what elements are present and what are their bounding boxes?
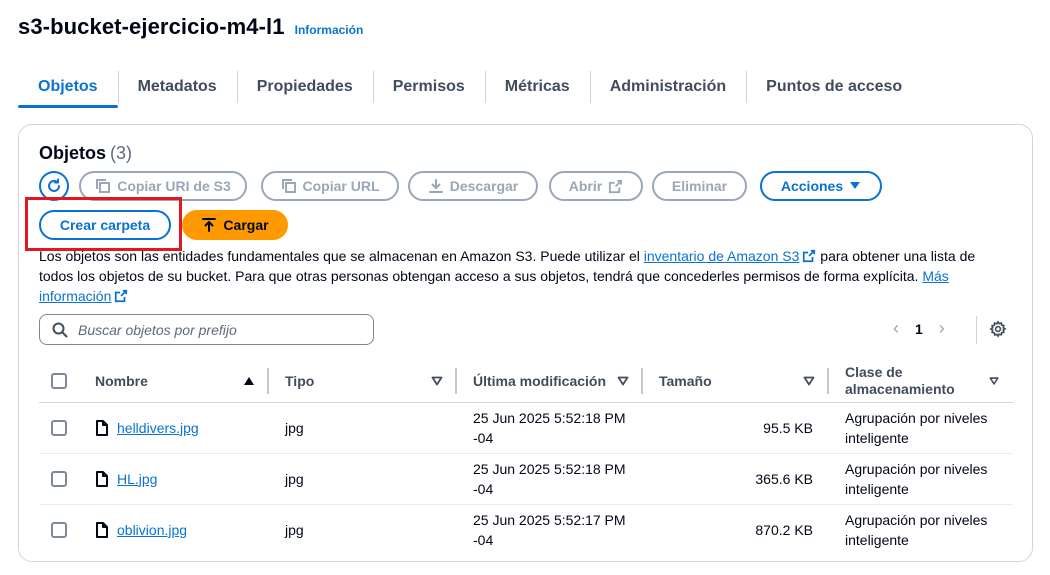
create-folder-button[interactable]: Crear carpeta (39, 210, 171, 240)
copy-url-button[interactable]: Copiar URL (261, 171, 399, 201)
sort-icon (989, 377, 999, 385)
search-input[interactable] (78, 321, 358, 338)
info-link[interactable]: Información (295, 23, 364, 37)
row-checkbox[interactable] (51, 470, 67, 487)
tab-metricas[interactable]: Métricas (484, 66, 590, 108)
external-link-icon (803, 249, 816, 263)
pagination: ‹ 1 › (893, 318, 945, 339)
delete-label: Eliminar (671, 178, 728, 194)
file-icon (96, 419, 108, 436)
object-name-link[interactable]: HL.jpg (117, 469, 157, 489)
object-size: 365.6 KB (643, 453, 829, 505)
copy-s3-uri-label: Copiar URI de S3 (117, 178, 231, 194)
download-icon (428, 179, 443, 193)
object-storage-class: Agrupación por niveles inteligente (845, 511, 988, 548)
object-type: jpg (285, 521, 304, 538)
tab-propiedades[interactable]: Propiedades (236, 66, 373, 108)
open-label: Abrir (568, 178, 603, 194)
column-header-nombre[interactable]: Nombre (79, 360, 269, 403)
table-row: oblivion.jpg jpg 25 Jun 2025 5:52:17 PM … (39, 504, 1013, 555)
sort-icon (431, 376, 443, 386)
search-box (39, 314, 374, 345)
tab-administracion[interactable]: Administración (589, 66, 746, 108)
tab-objetos[interactable]: Objetos (18, 66, 118, 108)
table-header-row: Nombre Tipo Última modificación Tamaño C… (39, 360, 1013, 403)
object-size: 95.5 KB (643, 402, 829, 454)
table-row: HL.jpg jpg 25 Jun 2025 5:52:18 PM -04 36… (39, 453, 1013, 505)
pager-divider (976, 316, 977, 344)
gear-icon[interactable] (989, 320, 1007, 338)
page-title: s3-bucket-ejercicio-m4-l1 (18, 14, 285, 39)
download-button[interactable]: Descargar (408, 171, 538, 201)
row-checkbox[interactable] (51, 521, 67, 538)
description-text-1: Los objetos son las entidades fundamenta… (39, 248, 644, 264)
panel-title-label: Objetos (39, 143, 107, 163)
objects-table: Nombre Tipo Última modificación Tamaño C… (39, 360, 1013, 555)
object-name-link[interactable]: oblivion.jpg (117, 520, 187, 540)
sort-ascending-icon (244, 376, 254, 385)
object-name-link[interactable]: helldivers.jpg (117, 418, 199, 438)
objects-panel: Objetos (3) Copiar URI de S3 Copiar URL D… (18, 124, 1033, 562)
column-header-tipo[interactable]: Tipo (269, 360, 457, 403)
external-link-icon (609, 179, 623, 193)
object-type: jpg (269, 453, 457, 505)
column-header-ultima-modificacion[interactable]: Última modificación (457, 360, 643, 403)
copy-url-label: Copiar URL (302, 178, 380, 194)
object-storage-class: Agrupación por niveles inteligente (829, 453, 1013, 505)
tab-metadatos[interactable]: Metadatos (117, 66, 237, 108)
copy-icon (96, 179, 111, 193)
tab-permisos[interactable]: Permisos (372, 66, 485, 108)
object-modified: 25 Jun 2025 5:52:18 PM -04 (457, 453, 643, 505)
table-row: helldivers.jpg jpg 25 Jun 2025 5:52:18 P… (39, 402, 1013, 454)
actions-label: Acciones (780, 178, 844, 194)
delete-button[interactable]: Eliminar (652, 171, 747, 201)
download-label: Descargar (449, 178, 519, 194)
s3-inventory-link[interactable]: inventario de Amazon S3 (644, 248, 817, 264)
object-size: 870.2 KB (755, 521, 813, 538)
select-all-checkbox[interactable] (51, 372, 67, 389)
refresh-button[interactable] (39, 171, 69, 201)
upload-icon (202, 218, 217, 232)
caret-down-icon (850, 182, 861, 189)
external-link-icon (115, 289, 128, 303)
page-header: s3-bucket-ejercicio-m4-l1 Información (18, 14, 363, 40)
copy-s3-uri-button[interactable]: Copiar URI de S3 (79, 171, 247, 201)
open-button[interactable]: Abrir (549, 171, 643, 201)
panel-title: Objetos (3) (39, 143, 132, 164)
chevron-left-icon[interactable]: ‹ (893, 318, 899, 339)
upload-button[interactable]: Cargar (182, 210, 288, 240)
sort-icon (803, 376, 815, 386)
create-folder-label: Crear carpeta (59, 217, 151, 233)
upload-label: Cargar (223, 217, 269, 233)
file-icon (96, 521, 108, 538)
object-count: (3) (110, 143, 133, 163)
column-header-tamano[interactable]: Tamaño (643, 360, 829, 403)
tab-puntos-de-acceso[interactable]: Puntos de acceso (746, 66, 922, 108)
chevron-right-icon[interactable]: › (939, 318, 945, 339)
objects-description: Los objetos son las entidades fundamenta… (39, 246, 999, 306)
file-icon (96, 470, 108, 487)
copy-icon (281, 179, 296, 193)
tab-bar: Objetos Metadatos Propiedades Permisos M… (18, 66, 922, 108)
object-storage-class: Agrupación por niveles inteligente (829, 402, 1013, 454)
object-modified: 25 Jun 2025 5:52:18 PM -04 (457, 402, 643, 454)
object-modified: 25 Jun 2025 5:52:17 PM -04 (473, 511, 626, 548)
select-all-header (39, 360, 79, 403)
row-checkbox[interactable] (51, 419, 67, 436)
refresh-icon (48, 178, 60, 192)
sort-icon (617, 376, 629, 386)
actions-dropdown[interactable]: Acciones (760, 171, 882, 201)
search-icon (52, 322, 68, 337)
column-header-clase-almacenamiento[interactable]: Clase de almacenamiento (829, 360, 1013, 403)
object-type: jpg (269, 402, 457, 454)
current-page[interactable]: 1 (915, 321, 923, 337)
